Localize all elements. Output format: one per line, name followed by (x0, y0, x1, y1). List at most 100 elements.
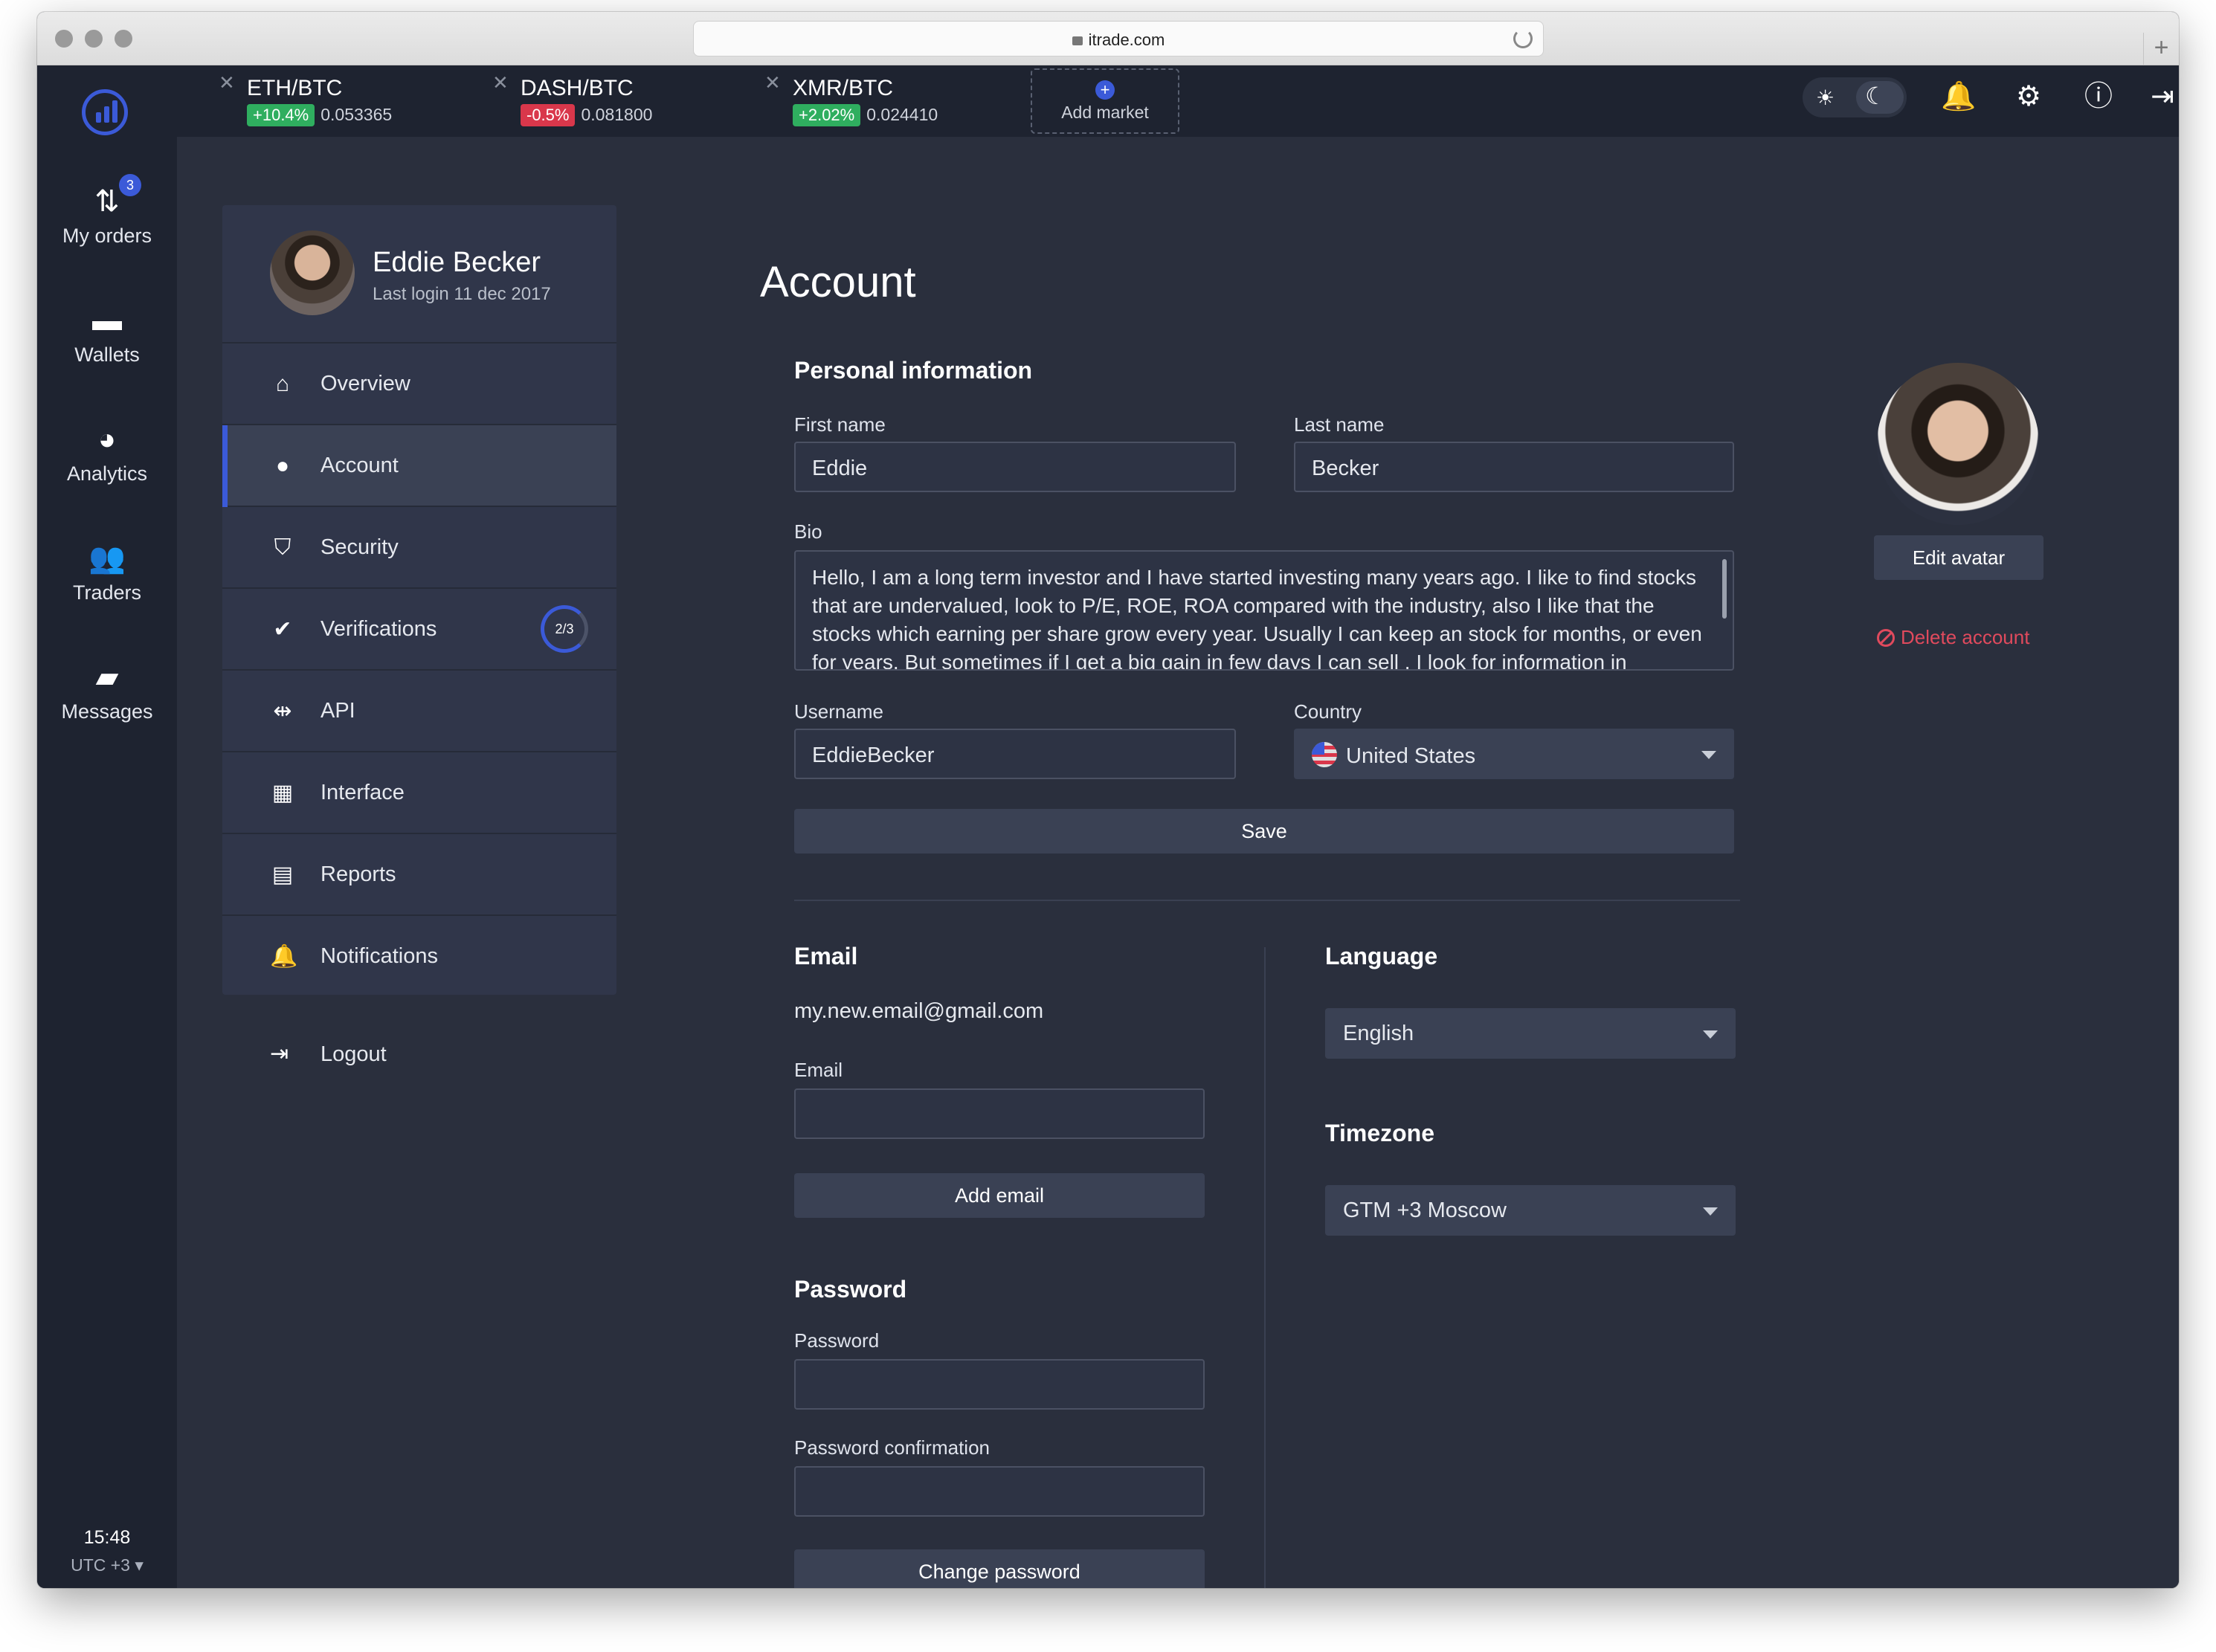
wallet-icon: ▬ (92, 304, 122, 337)
edit-avatar-button[interactable]: Edit avatar (1874, 535, 2043, 580)
close-window-button[interactable] (55, 30, 73, 48)
rail-item-label: My orders (62, 225, 152, 247)
chevron-down-icon (1703, 1030, 1718, 1039)
sun-icon: ☀ (1816, 86, 1835, 109)
close-market-icon[interactable]: ✕ (764, 71, 781, 94)
bio-scrollbar[interactable] (1722, 559, 1727, 619)
avatar (270, 230, 355, 315)
arrows-up-down-icon: ⇅ 3 (37, 174, 177, 220)
rail-item-label: Messages (61, 700, 153, 723)
home-icon: ⌂ (275, 372, 290, 396)
email-input[interactable] (794, 1088, 1205, 1139)
market-pair: XMR/BTC (793, 76, 893, 100)
menu-item-account[interactable]: ● Account (222, 425, 616, 507)
password-input[interactable] (794, 1359, 1205, 1410)
rail-item-label: Analytics (66, 462, 148, 485)
market-tab-eth-btc[interactable]: ✕ ETH/BTC +10.4% 0.053365 (219, 71, 393, 126)
country-select[interactable]: United States (1294, 729, 1734, 779)
ban-icon (1877, 629, 1895, 647)
bell-icon: 🔔 (270, 944, 298, 969)
browser-titlebar: itrade.com + (37, 12, 2179, 65)
timezone-dropdown[interactable]: UTC +3 ▾ (37, 1555, 177, 1575)
bio-textarea[interactable]: Hello, I am a long term investor and I h… (794, 550, 1734, 671)
last-name-field[interactable]: Becker (1294, 442, 1734, 492)
users-icon: 👥 (88, 542, 126, 575)
gear-icon[interactable]: ⚙ (2011, 79, 2046, 114)
add-market-button[interactable]: + Add market (1031, 68, 1179, 134)
delete-account-link[interactable]: Delete account (1877, 626, 2029, 649)
maximize-window-button[interactable] (115, 30, 132, 48)
menu-item-reports[interactable]: ▤ Reports (222, 834, 616, 916)
close-market-icon[interactable]: ✕ (219, 71, 235, 94)
market-pair: ETH/BTC (247, 76, 343, 100)
country-value: United States (1346, 744, 1476, 768)
password-confirmation-label: Password confirmation (794, 1436, 990, 1459)
rail-item-traders[interactable]: 👥 Traders (37, 540, 177, 604)
timezone-select[interactable]: GTM +3 Moscow (1325, 1185, 1736, 1236)
shield-icon: ⛉ (274, 535, 292, 560)
country-label: Country (1294, 700, 1362, 723)
content-area: Eddie Becker Last login 11 dec 2017 ⌂ Ov… (177, 137, 2179, 1588)
menu-item-notifications[interactable]: 🔔 Notifications (222, 916, 616, 998)
minimize-window-button[interactable] (85, 30, 103, 48)
menu-item-interface[interactable]: ▦ Interface (222, 752, 616, 834)
check-badge-icon: ✔ (273, 617, 292, 642)
change-password-button[interactable]: Change password (794, 1549, 1205, 1588)
timezone-value: GTM +3 Moscow (1343, 1198, 1507, 1222)
bell-icon[interactable]: 🔔 (1941, 79, 1977, 114)
password-confirmation-input[interactable] (794, 1466, 1205, 1517)
menu-item-overview[interactable]: ⌂ Overview (222, 343, 616, 425)
last-name-label: Last name (1294, 413, 1385, 436)
menu-item-api[interactable]: ⇹ API (222, 671, 616, 752)
add-email-button[interactable]: Add email (794, 1173, 1205, 1218)
market-tab-xmr-btc[interactable]: ✕ XMR/BTC +2.02% 0.024410 (764, 71, 938, 126)
rail-item-wallets[interactable]: ▬ Wallets (37, 302, 177, 367)
menu-item-verifications[interactable]: ✔ Verifications 2/3 (222, 589, 616, 671)
chat-bubble-icon: ▰ (95, 661, 119, 694)
menu-item-label: Notifications (321, 944, 438, 968)
logout-icon[interactable]: ⇥ (2145, 79, 2179, 114)
market-change-badge: +10.4% (247, 104, 315, 126)
market-pair: DASH/BTC (521, 76, 634, 100)
clock: 15:48 (83, 1527, 131, 1548)
rail-item-analytics[interactable]: ◕ Analytics (37, 421, 177, 485)
password-label: Password (794, 1329, 880, 1352)
market-price: 0.024410 (866, 105, 938, 124)
market-change-badge: +2.02% (793, 104, 861, 126)
delete-account-label: Delete account (1901, 626, 2030, 648)
profile-name: Eddie Becker (373, 247, 541, 278)
browser-window: itrade.com + ⇅ 3 My orders ▬ Wallets ◕ An… (37, 12, 2179, 1588)
current-email: my.new.email@gmail.com (794, 999, 1044, 1023)
logout-icon: ⇥ (270, 1042, 289, 1066)
save-button[interactable]: Save (794, 809, 1734, 854)
first-name-field[interactable]: Eddie (794, 442, 1236, 492)
market-tab-dash-btc[interactable]: ✕ DASH/BTC -0.5% 0.081800 (492, 71, 652, 126)
close-market-icon[interactable]: ✕ (492, 71, 509, 94)
username-field[interactable]: EddieBecker (794, 729, 1236, 779)
menu-item-label: Account (321, 454, 399, 477)
chevron-down-icon (1703, 1207, 1718, 1216)
rail-item-messages[interactable]: ▰ Messages (37, 659, 177, 723)
profile-card: Eddie Becker Last login 11 dec 2017 (222, 205, 616, 343)
main-navigation-rail: ⇅ 3 My orders ▬ Wallets ◕ Analytics 👥 Tra… (37, 65, 177, 1588)
market-price: 0.053365 (321, 105, 393, 124)
password-heading: Password (794, 1276, 907, 1303)
timezone-heading: Timezone (1325, 1120, 1434, 1146)
language-heading: Language (1325, 943, 1438, 969)
help-icon[interactable]: ⓘ (2081, 79, 2116, 114)
logo-icon[interactable] (82, 89, 128, 135)
logout-link[interactable]: ⇥ Logout (222, 1035, 616, 1080)
menu-item-security[interactable]: ⛉ Security (222, 507, 616, 589)
reload-icon[interactable] (1513, 29, 1533, 48)
add-market-label: Add market (1061, 103, 1149, 122)
language-select[interactable]: English (1325, 1008, 1736, 1059)
personal-info-heading: Personal information (794, 357, 1033, 384)
column-divider (1264, 947, 1266, 1588)
address-bar[interactable]: itrade.com (693, 21, 1544, 57)
rail-item-label: Wallets (74, 343, 140, 366)
language-value: English (1343, 1022, 1414, 1045)
theme-toggle[interactable]: ☀ ☾ (1803, 77, 1907, 117)
new-tab-button[interactable]: + (2143, 33, 2179, 65)
menu-item-label: Verifications (321, 617, 437, 641)
rail-item-my-orders[interactable]: ⇅ 3 My orders (37, 174, 177, 248)
